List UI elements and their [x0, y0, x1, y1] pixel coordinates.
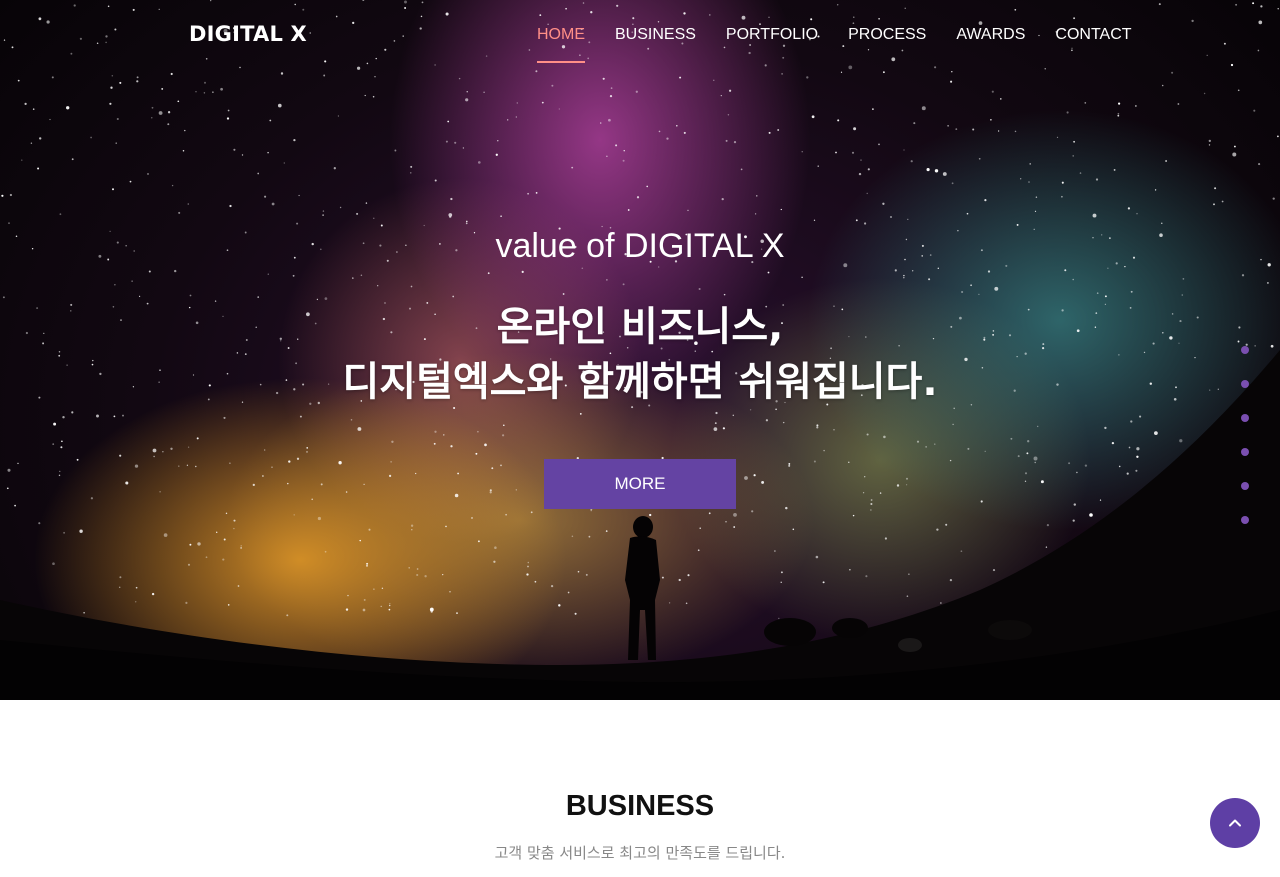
hero-title: 온라인 비즈니스, 디지털엑스와 함께하면 쉬워집니다.	[0, 300, 1280, 410]
pagination-dot-3[interactable]	[1241, 414, 1249, 422]
scroll-top-button[interactable]	[1210, 798, 1260, 848]
chevron-up-icon	[1229, 819, 1241, 827]
main-nav: HOME BUSINESS PORTFOLIO PROCESS AWARDS C…	[537, 26, 1162, 64]
hero-title-line-1: 온라인 비즈니스,	[496, 304, 784, 350]
pagination-dot-6[interactable]	[1241, 516, 1249, 524]
pagination-dot-4[interactable]	[1241, 448, 1249, 456]
nav-process[interactable]: PROCESS	[848, 26, 926, 64]
nav-home[interactable]: HOME	[537, 26, 585, 64]
section-pagination	[1241, 346, 1249, 550]
nav-contact[interactable]: CONTACT	[1055, 26, 1131, 64]
pagination-dot-5[interactable]	[1241, 482, 1249, 490]
hero-title-line-2: 디지털엑스와 함께하면 쉬워집니다.	[342, 359, 938, 405]
person-silhouette	[625, 516, 660, 660]
nav-awards[interactable]: AWARDS	[956, 26, 1025, 64]
nav-business[interactable]: BUSINESS	[615, 26, 696, 64]
business-subtitle: 고객 맞춤 서비스로 최고의 만족도를 드립니다.	[494, 844, 786, 862]
site-header: DIGITAL X HOME BUSINESS PORTFOLIO PROCES…	[0, 0, 1280, 70]
site-logo[interactable]: DIGITAL X	[189, 22, 307, 46]
more-button[interactable]: MORE	[544, 459, 736, 509]
pagination-dot-1[interactable]	[1241, 346, 1249, 354]
pagination-dot-2[interactable]	[1241, 380, 1249, 388]
nav-portfolio[interactable]: PORTFOLIO	[726, 26, 818, 64]
business-title: BUSINESS	[565, 790, 715, 822]
hero-subtitle: value of DIGITAL X	[495, 227, 785, 265]
